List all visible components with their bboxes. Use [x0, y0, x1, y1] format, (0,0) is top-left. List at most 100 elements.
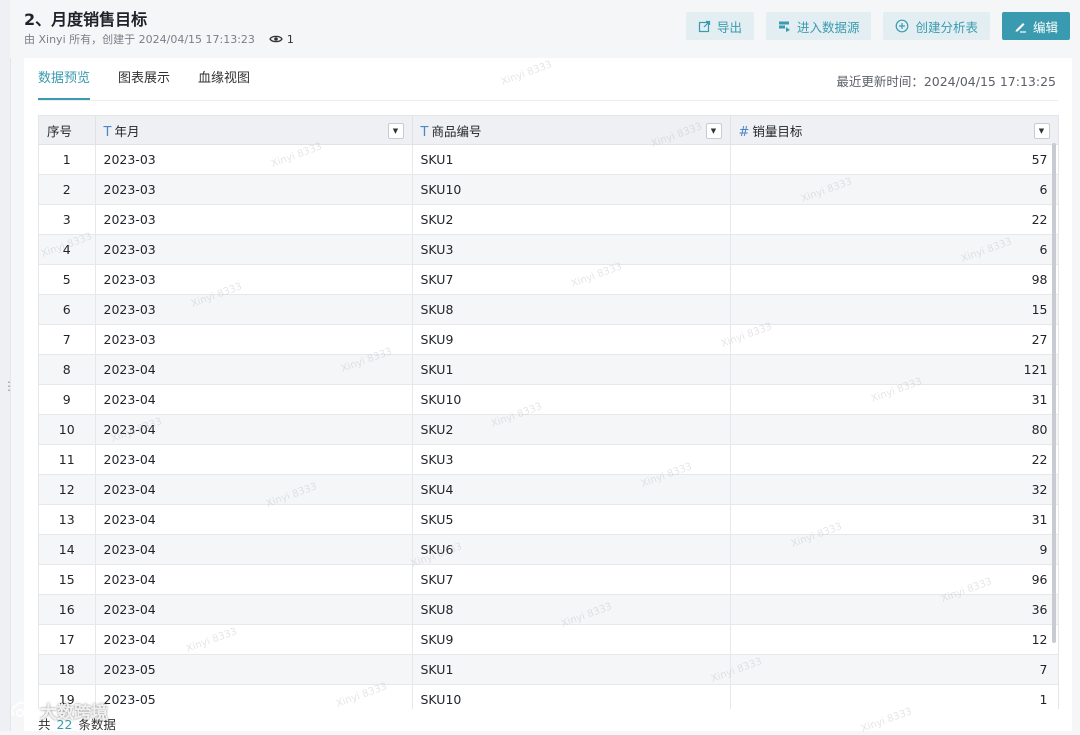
column-header-product-code[interactable]: T 商品编号 ▼	[412, 116, 731, 145]
edit-pen-icon	[1015, 22, 1026, 33]
table-row[interactable]: 5 2023-03 SKU7 98	[39, 264, 1058, 295]
cell-sales-target: 121	[730, 354, 1058, 385]
cell-index: 13	[39, 504, 96, 535]
cell-index: 4	[39, 234, 96, 265]
cell-index: 14	[39, 534, 96, 565]
column-header-index: 序号	[39, 116, 96, 145]
view-count: 1	[269, 33, 294, 46]
column-header-label: 销量目标	[752, 123, 803, 139]
cell-sales-target: 57	[730, 144, 1058, 175]
table-scrollbar[interactable]	[1052, 143, 1056, 643]
create-analysis-label: 创建分析表	[915, 19, 978, 35]
table-row[interactable]: 14 2023-04 SKU6 9	[39, 534, 1058, 565]
cell-year-month: 2023-03	[95, 144, 413, 175]
last-updated-time: 最近更新时间：2024/04/15 17:13:25	[836, 74, 1056, 89]
cell-product-code: SKU4	[412, 474, 731, 505]
table-row[interactable]: 6 2023-03 SKU8 15	[39, 294, 1058, 325]
table-row[interactable]: 8 2023-04 SKU1 121	[39, 354, 1058, 385]
cell-index: 8	[39, 354, 96, 385]
table-row[interactable]: 15 2023-04 SKU7 96	[39, 564, 1058, 595]
data-table: 序号 T 年月 ▼ T 商品编号 ▼ # 销量目标 ▼ 1 2023-03 SK…	[39, 116, 1058, 709]
page-title: 2、月度销售目标	[24, 10, 148, 29]
cell-sales-target: 9	[730, 534, 1058, 565]
tab-data-preview[interactable]: 数据预览	[38, 58, 91, 100]
cell-product-code: SKU9	[412, 324, 731, 355]
cell-sales-target: 1	[730, 684, 1058, 709]
text-type-icon: T	[420, 124, 429, 140]
column-header-sales-target[interactable]: # 销量目标 ▼	[730, 116, 1058, 145]
column-dropdown-icon[interactable]: ▼	[387, 123, 404, 139]
cell-year-month: 2023-05	[95, 684, 413, 709]
cell-year-month: 2023-04	[95, 624, 413, 655]
column-dropdown-icon[interactable]: ▼	[1033, 123, 1050, 139]
tabs-divider	[38, 100, 1058, 101]
cell-year-month: 2023-04	[95, 414, 413, 445]
cell-year-month: 2023-04	[95, 354, 413, 385]
table-row[interactable]: 10 2023-04 SKU2 80	[39, 414, 1058, 445]
action-toolbar: 导出 进入数据源 创建分析表 编辑	[685, 12, 1070, 40]
owner-created-text: 由 Xinyi 所有，创建于 2024/04/15 17:13:23	[24, 33, 255, 46]
cell-index: 11	[39, 444, 96, 475]
create-analysis-button[interactable]: 创建分析表	[883, 12, 990, 40]
table-row[interactable]: 4 2023-03 SKU3 6	[39, 234, 1058, 265]
table-row[interactable]: 9 2023-04 SKU10 31	[39, 384, 1058, 415]
table-row[interactable]: 19 2023-05 SKU10 1	[39, 684, 1058, 709]
column-header-year-month[interactable]: T 年月 ▼	[95, 116, 413, 145]
table-row[interactable]: 12 2023-04 SKU4 32	[39, 474, 1058, 505]
table-row[interactable]: 13 2023-04 SKU5 31	[39, 504, 1058, 535]
export-label: 导出	[716, 19, 742, 35]
data-table-container[interactable]: 序号 T 年月 ▼ T 商品编号 ▼ # 销量目标 ▼ 1 2023-03 SK…	[38, 115, 1059, 709]
datasource-icon	[778, 21, 790, 32]
edit-button[interactable]: 编辑	[1001, 12, 1070, 40]
cell-index: 6	[39, 294, 96, 325]
export-icon	[698, 20, 711, 32]
column-header-label: 序号	[47, 123, 73, 139]
table-row[interactable]: 16 2023-04 SKU8 36	[39, 594, 1058, 625]
cell-sales-target: 22	[730, 204, 1058, 235]
cell-product-code: SKU2	[412, 204, 731, 235]
table-row[interactable]: 3 2023-03 SKU2 22	[39, 204, 1058, 235]
table-row[interactable]: 1 2023-03 SKU1 57	[39, 144, 1058, 175]
left-sidebar-rail: ⋮	[0, 0, 15, 731]
cell-product-code: SKU1	[412, 354, 731, 385]
cell-product-code: SKU9	[412, 624, 731, 655]
edit-label: 编辑	[1032, 19, 1058, 35]
tab-lineage-view[interactable]: 血缘视图	[198, 58, 250, 100]
cell-sales-target: 36	[730, 594, 1058, 625]
enter-datasource-label: 进入数据源	[796, 19, 860, 35]
table-row[interactable]: 11 2023-04 SKU3 22	[39, 444, 1058, 475]
table-row[interactable]: 18 2023-05 SKU1 7	[39, 654, 1058, 685]
cell-sales-target: 80	[730, 414, 1058, 445]
export-button[interactable]: 导出	[685, 12, 754, 40]
cell-index: 9	[39, 384, 96, 415]
plus-circle-icon	[896, 19, 909, 33]
cell-sales-target: 15	[730, 294, 1058, 325]
table-row[interactable]: 7 2023-03 SKU9 27	[39, 324, 1058, 355]
cell-year-month: 2023-04	[95, 474, 413, 505]
eye-icon	[269, 35, 283, 43]
table-row[interactable]: 17 2023-04 SKU9 12	[39, 624, 1058, 655]
cell-product-code: SKU3	[412, 444, 731, 475]
cell-year-month: 2023-04	[95, 444, 413, 475]
column-dropdown-icon[interactable]: ▼	[705, 123, 722, 139]
brand-text: 大数跨境	[40, 703, 108, 723]
table-header-row: 序号 T 年月 ▼ T 商品编号 ▼ # 销量目标 ▼	[39, 116, 1058, 145]
cell-product-code: SKU1	[412, 144, 731, 175]
cell-year-month: 2023-05	[95, 654, 413, 685]
cell-sales-target: 7	[730, 654, 1058, 685]
content-panel: 数据预览 图表展示 血缘视图 最近更新时间：2024/04/15 17:13:2…	[24, 58, 1072, 732]
page-header: 2、月度销售目标 由 Xinyi 所有，创建于 2024/04/15 17:13…	[10, 0, 1080, 58]
cell-product-code: SKU7	[412, 264, 731, 295]
collapse-handle-icon[interactable]: ⋮	[3, 380, 15, 392]
cell-index: 3	[39, 204, 96, 235]
tab-chart-display[interactable]: 图表展示	[118, 58, 170, 100]
brand-watermark-logo: 大数跨境	[10, 698, 108, 723]
cell-product-code: SKU3	[412, 234, 731, 265]
cell-product-code: SKU8	[412, 594, 731, 625]
cell-index: 12	[39, 474, 96, 505]
cell-year-month: 2023-04	[95, 534, 413, 565]
cell-index: 5	[39, 264, 96, 295]
table-row[interactable]: 2 2023-03 SKU10 6	[39, 174, 1058, 205]
cell-index: 16	[39, 594, 96, 625]
enter-datasource-button[interactable]: 进入数据源	[765, 12, 872, 40]
